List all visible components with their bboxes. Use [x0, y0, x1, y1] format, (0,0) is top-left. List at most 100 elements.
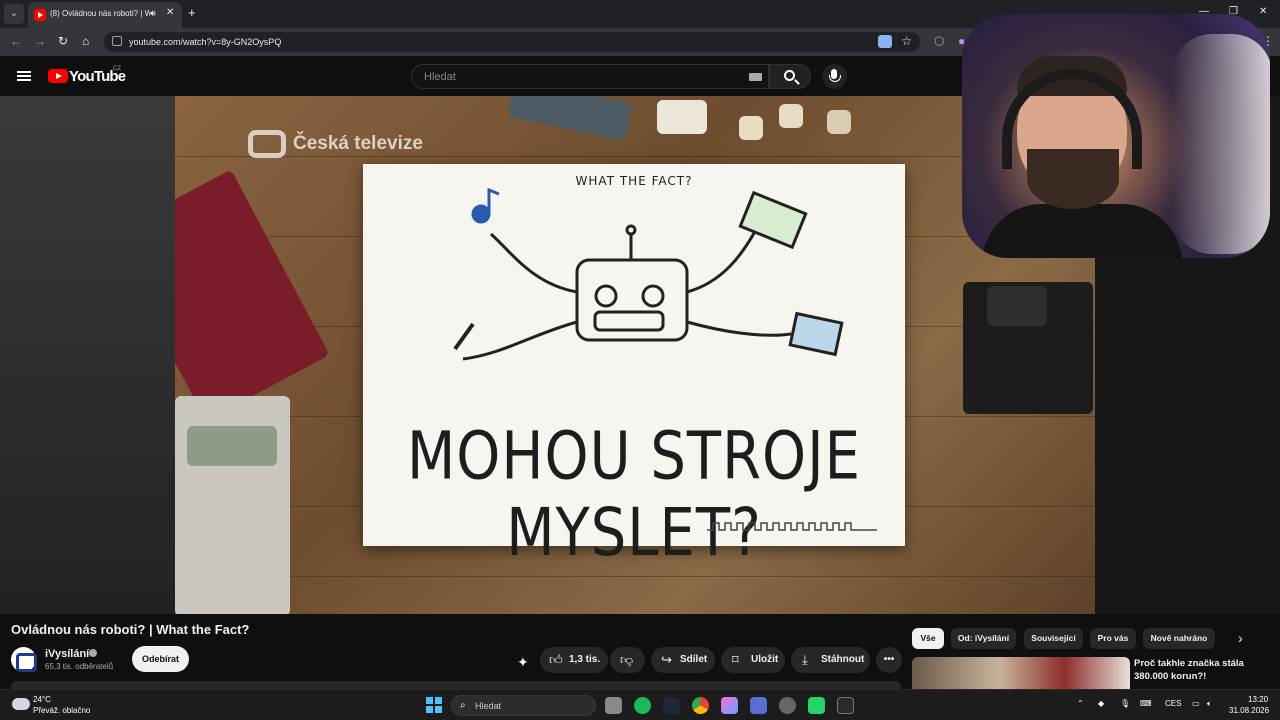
- clock-time[interactable]: 13:20: [1248, 695, 1268, 704]
- share-label: Sdílet: [680, 654, 708, 665]
- more-icon: •••: [883, 654, 895, 665]
- subscribe-button[interactable]: Odebírat: [132, 646, 189, 672]
- clock-date[interactable]: 31.08.2026: [1229, 706, 1269, 715]
- windows-start-icon[interactable]: [426, 697, 442, 713]
- language-indicator[interactable]: CES: [1165, 699, 1181, 708]
- chevron-right-icon[interactable]: ›: [1238, 630, 1243, 646]
- letter-block: [827, 110, 851, 134]
- search-placeholder: Hledat: [424, 71, 456, 83]
- video-headline: MOHOU STROJE MYSLET?: [406, 418, 861, 572]
- recording-app-icon[interactable]: [779, 697, 796, 714]
- save-disk-icon[interactable]: [750, 697, 767, 714]
- drawing-paper: WHAT THE FACT? MOHOU STROJE MYSLET?: [363, 164, 905, 572]
- floppy-shutter: [987, 286, 1047, 326]
- site-info-icon[interactable]: [112, 36, 122, 46]
- letter-block-t: [779, 104, 803, 128]
- weather-description[interactable]: Převáž. oblačno: [33, 706, 90, 715]
- video-title: Ovládnou nás roboti? | What the Fact?: [11, 622, 250, 637]
- letter-block-w: [739, 116, 763, 140]
- task-view-icon[interactable]: [605, 697, 622, 714]
- circuit-board-image: [175, 169, 330, 421]
- voice-search-icon[interactable]: [822, 64, 847, 89]
- channel-avatar[interactable]: [11, 647, 37, 672]
- stamp-image: [657, 100, 707, 134]
- taskbar-search-placeholder: Hledat: [475, 701, 502, 711]
- share-icon: ↪: [661, 652, 672, 667]
- photos-icon[interactable]: [721, 697, 738, 714]
- recommended-video-title[interactable]: Proč takhle značka stála 380.000 korun?!: [1134, 657, 1274, 683]
- download-button[interactable]: ⤓ Stáhnout: [791, 647, 870, 673]
- close-tab-icon[interactable]: ✕: [166, 7, 174, 18]
- broadcaster-logo: Česká televize: [293, 133, 423, 154]
- phone-image: [507, 96, 633, 142]
- forward-icon[interactable]: →: [34, 34, 46, 48]
- dropbox-icon[interactable]: ◆: [1098, 699, 1104, 708]
- save-label: Uložit: [751, 654, 779, 665]
- taskbar-search[interactable]: ⌕ Hledat: [451, 695, 596, 716]
- description-box[interactable]: [11, 681, 901, 689]
- background-light: [1172, 34, 1270, 254]
- home-icon[interactable]: ⌂: [82, 34, 89, 48]
- save-button[interactable]: ⌑ Uložit: [721, 647, 785, 673]
- browser-tab[interactable]: (8) Ovládnou nás roboti? | W 🔊︎ ✕: [28, 2, 182, 28]
- webcam-overlay: [962, 14, 1270, 258]
- url-text: youtube.com/watch?v=8y-GN2OysPQ: [129, 37, 282, 47]
- youtube-favicon-icon: [34, 9, 46, 21]
- spotify-icon[interactable]: [634, 697, 651, 714]
- channel-name[interactable]: iVysílání: [45, 648, 89, 660]
- weather-cloud-icon[interactable]: [12, 698, 30, 710]
- webcam-person-shirt: [982, 204, 1182, 258]
- more-actions-button[interactable]: •••: [876, 647, 902, 673]
- windows-taskbar: 24°C Převáž. oblačno ⌕ Hledat ⌃ ◆ 🎙︎ ⌨ C…: [0, 689, 1280, 720]
- extension-icon[interactable]: ⬡: [934, 34, 944, 48]
- keyboard-tray-icon[interactable]: ⌨: [1140, 699, 1152, 708]
- tab-search-icon[interactable]: ⌄: [4, 4, 24, 24]
- thumbs-down-icon: 👎︎: [620, 652, 634, 667]
- chip-from-channel[interactable]: Od: iVysílání: [951, 628, 1016, 649]
- close-window-icon[interactable]: ✕: [1259, 6, 1267, 17]
- keyboard-icon[interactable]: [749, 73, 762, 81]
- tray-chevron-icon[interactable]: ⌃: [1077, 699, 1084, 708]
- menu-icon[interactable]: [17, 71, 31, 81]
- chrome-icon[interactable]: [692, 697, 709, 714]
- download-icon: ⤓: [802, 652, 808, 667]
- share-button[interactable]: ↪ Sdílet: [651, 647, 715, 673]
- back-icon[interactable]: ←: [10, 34, 22, 48]
- bookmark-icon: ⌑: [732, 652, 739, 667]
- speaker-icon[interactable]: 🔊︎: [150, 8, 156, 19]
- thumbs-up-icon: 👍︎: [549, 652, 563, 667]
- search-icon: ⌕: [460, 700, 466, 711]
- download-label: Stáhnout: [821, 654, 865, 665]
- translate-icon[interactable]: [878, 35, 892, 48]
- chip-for-you[interactable]: Pro vás: [1090, 628, 1136, 649]
- reload-icon[interactable]: ↻: [58, 34, 68, 48]
- chip-all[interactable]: Vše: [912, 628, 944, 649]
- ask-ai-icon[interactable]: ✦: [517, 654, 529, 671]
- recommended-video-thumbnail[interactable]: [912, 657, 1130, 689]
- like-button[interactable]: 👍︎ 1,3 tis.: [540, 647, 608, 673]
- search-button[interactable]: [769, 64, 811, 89]
- address-bar[interactable]: youtube.com/watch?v=8y-GN2OysPQ ☆: [104, 32, 920, 52]
- subscriber-count: 65,3 tis. odběratelů: [45, 662, 114, 671]
- search-input[interactable]: Hledat: [411, 64, 769, 89]
- volume-icon[interactable]: 🔈︎: [1207, 699, 1212, 709]
- calculator-display: [187, 426, 277, 466]
- new-tab-icon[interactable]: +: [188, 5, 196, 20]
- microphone-tray-icon[interactable]: 🎙︎: [1120, 699, 1130, 708]
- epic-games-icon[interactable]: [837, 697, 854, 714]
- youtube-logo-icon[interactable]: [48, 69, 68, 83]
- weather-temperature[interactable]: 24°C: [33, 695, 51, 704]
- network-icon[interactable]: ▭: [1192, 699, 1200, 708]
- steam-icon[interactable]: [663, 697, 680, 714]
- whatsapp-icon[interactable]: [808, 697, 825, 714]
- country-code: CZ: [113, 66, 121, 72]
- robot-drawing-icon: [453, 187, 844, 361]
- player-side-left: [0, 96, 175, 614]
- chip-related[interactable]: Související: [1024, 628, 1083, 649]
- dislike-button[interactable]: 👎︎: [610, 647, 645, 673]
- video-frame[interactable]: Česká televize WHAT THE FACT? MOHOU STRO…: [175, 96, 1095, 614]
- like-count: 1,3 tis.: [569, 654, 601, 665]
- bookmark-star-icon[interactable]: ☆: [901, 34, 912, 48]
- squiggle-underline-icon: [707, 522, 877, 531]
- chip-newly-uploaded[interactable]: Nově nahráno: [1143, 628, 1215, 649]
